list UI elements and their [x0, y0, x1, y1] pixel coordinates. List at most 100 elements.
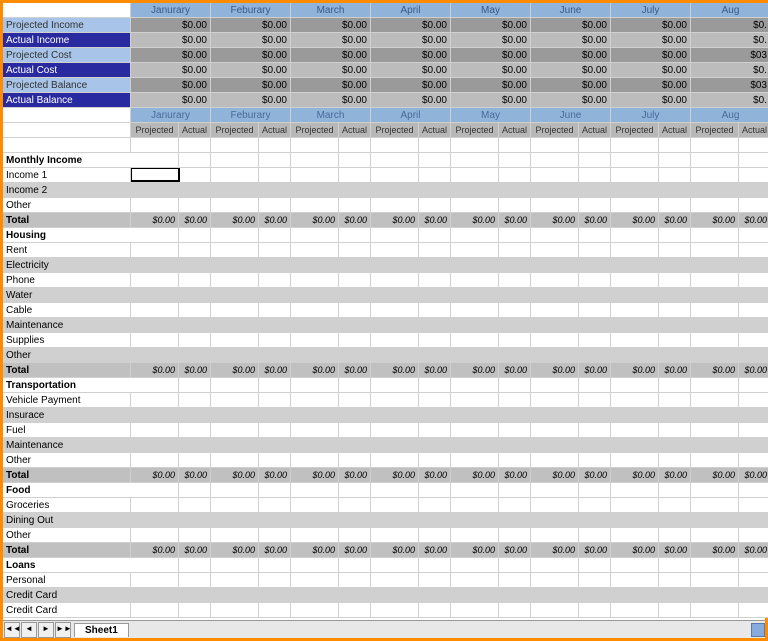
data-cell[interactable]	[211, 408, 291, 423]
section-header-cell[interactable]	[371, 483, 451, 498]
section-header-cell[interactable]	[211, 153, 291, 168]
data-cell[interactable]	[291, 183, 371, 198]
spacer-cell[interactable]	[291, 138, 371, 153]
data-cell[interactable]	[611, 438, 691, 453]
total-cell[interactable]: $0.00$0.00	[691, 213, 768, 228]
data-cell[interactable]	[371, 573, 451, 588]
section-header-cell[interactable]	[691, 378, 768, 393]
data-cell[interactable]	[691, 603, 768, 618]
data-cell[interactable]	[611, 333, 691, 348]
section-header-cell[interactable]	[611, 558, 691, 573]
data-cell[interactable]	[371, 588, 451, 603]
section-header-cell[interactable]	[691, 153, 768, 168]
data-cell[interactable]	[531, 408, 611, 423]
data-cell[interactable]	[291, 258, 371, 273]
nav-next-button[interactable]: ►	[38, 622, 54, 638]
data-cell[interactable]	[531, 588, 611, 603]
data-cell[interactable]	[371, 303, 451, 318]
data-cell[interactable]	[211, 183, 291, 198]
total-cell[interactable]: $0.00$0.00	[691, 363, 768, 378]
summary-value[interactable]: $0.00	[211, 93, 291, 108]
data-cell[interactable]	[211, 258, 291, 273]
data-cell[interactable]	[131, 273, 211, 288]
section-header-cell[interactable]	[611, 483, 691, 498]
summary-value[interactable]: $0.00	[291, 48, 371, 63]
data-cell[interactable]	[131, 513, 211, 528]
summary-value[interactable]: $03	[691, 48, 768, 63]
data-cell[interactable]	[131, 258, 211, 273]
data-cell[interactable]	[531, 393, 611, 408]
total-cell[interactable]: $0.00$0.00	[211, 543, 291, 558]
data-cell[interactable]	[451, 528, 531, 543]
total-cell[interactable]: $0.00$0.00	[451, 468, 531, 483]
data-cell[interactable]	[131, 453, 211, 468]
data-cell[interactable]	[211, 603, 291, 618]
data-cell[interactable]	[371, 423, 451, 438]
data-cell[interactable]	[371, 408, 451, 423]
spacer-cell[interactable]	[531, 138, 611, 153]
summary-value[interactable]: $0.00	[291, 93, 371, 108]
corner-cell-2[interactable]	[3, 108, 131, 123]
data-cell[interactable]	[611, 423, 691, 438]
data-cell[interactable]	[531, 198, 611, 213]
data-cell[interactable]	[371, 348, 451, 363]
section-header-cell[interactable]	[531, 558, 611, 573]
data-cell[interactable]	[291, 303, 371, 318]
spacer-cell[interactable]	[691, 138, 768, 153]
data-cell[interactable]	[691, 528, 768, 543]
summary-value[interactable]: $0.00	[291, 78, 371, 93]
data-cell[interactable]	[291, 498, 371, 513]
data-cell[interactable]	[691, 168, 768, 183]
summary-value[interactable]: $0.00	[131, 18, 211, 33]
data-cell[interactable]	[291, 603, 371, 618]
data-cell[interactable]	[691, 588, 768, 603]
data-cell[interactable]	[291, 588, 371, 603]
data-cell[interactable]	[371, 183, 451, 198]
section-header-cell[interactable]	[451, 228, 531, 243]
data-cell[interactable]	[531, 288, 611, 303]
data-cell[interactable]	[611, 393, 691, 408]
summary-value[interactable]: $0.00	[291, 33, 371, 48]
section-header-cell[interactable]	[691, 558, 768, 573]
summary-value[interactable]: $0.00	[291, 18, 371, 33]
data-cell[interactable]	[211, 438, 291, 453]
summary-value[interactable]: $0.00	[371, 63, 451, 78]
summary-value[interactable]: $0.	[691, 33, 768, 48]
summary-value[interactable]: $0.00	[611, 18, 691, 33]
data-cell[interactable]	[451, 498, 531, 513]
summary-value[interactable]: $0.00	[531, 18, 611, 33]
data-cell[interactable]	[451, 243, 531, 258]
data-cell[interactable]	[451, 453, 531, 468]
data-cell[interactable]	[131, 438, 211, 453]
data-cell[interactable]	[451, 423, 531, 438]
summary-value[interactable]: $0.00	[451, 78, 531, 93]
data-cell[interactable]	[131, 498, 211, 513]
summary-value[interactable]: $0.00	[531, 63, 611, 78]
summary-value[interactable]: $0.00	[451, 33, 531, 48]
data-cell[interactable]	[611, 318, 691, 333]
data-cell[interactable]	[211, 303, 291, 318]
data-cell[interactable]	[131, 408, 211, 423]
data-cell[interactable]	[371, 333, 451, 348]
section-header-cell[interactable]	[531, 228, 611, 243]
data-cell[interactable]	[691, 408, 768, 423]
data-cell[interactable]	[451, 258, 531, 273]
data-cell[interactable]	[531, 513, 611, 528]
data-cell[interactable]	[211, 318, 291, 333]
section-header-cell[interactable]	[371, 558, 451, 573]
summary-value[interactable]: $0.	[691, 18, 768, 33]
data-cell[interactable]	[611, 168, 691, 183]
data-cell[interactable]	[131, 573, 211, 588]
data-cell[interactable]	[531, 423, 611, 438]
data-cell[interactable]	[131, 303, 211, 318]
total-cell[interactable]: $0.00$0.00	[211, 213, 291, 228]
data-cell[interactable]	[291, 198, 371, 213]
section-header-cell[interactable]	[611, 378, 691, 393]
data-cell[interactable]	[531, 438, 611, 453]
section-header-cell[interactable]	[531, 153, 611, 168]
data-cell[interactable]	[291, 453, 371, 468]
data-cell[interactable]	[451, 303, 531, 318]
total-cell[interactable]: $0.00$0.00	[371, 543, 451, 558]
summary-value[interactable]: $0.00	[211, 78, 291, 93]
data-cell[interactable]	[211, 588, 291, 603]
